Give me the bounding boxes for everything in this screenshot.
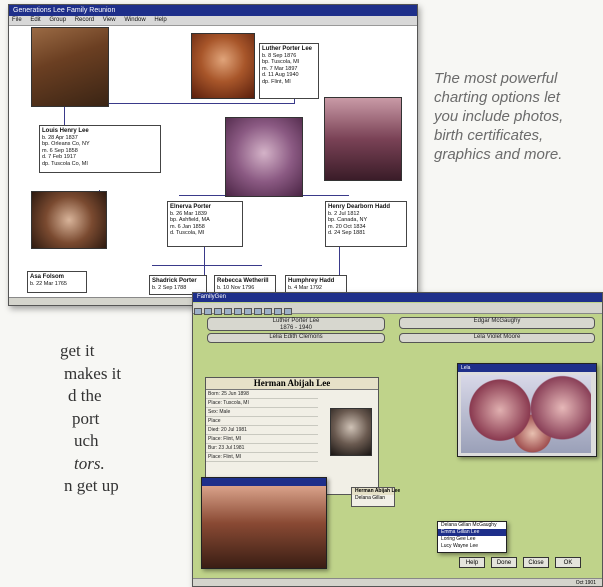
dropdown-item[interactable]: Loring Gee Lee xyxy=(438,536,506,543)
parent-bar-luther[interactable]: Luther Porter Lee 1876 - 1940 xyxy=(207,317,385,331)
toolbar-button[interactable] xyxy=(284,308,292,315)
toolbar-button[interactable] xyxy=(274,308,282,315)
record-luther-porter-lee[interactable]: Luther Porter Lee b. 8 Sep 1876 bp. Tusc… xyxy=(259,43,319,99)
menu-edit[interactable]: Edit xyxy=(30,17,40,23)
toolbar-button[interactable] xyxy=(224,308,232,315)
caption-line: graphics and more. xyxy=(434,146,563,163)
record-window-title: FamilyGen xyxy=(193,293,602,302)
feature-caption: The most powerful charting options let y… xyxy=(434,69,603,164)
caption-line: you include photos, xyxy=(434,108,564,125)
record-henry-dearborn-hadd[interactable]: Henry Dearborn Hadd b. 2 Jul 1812 bp. Ca… xyxy=(325,201,407,247)
photo-bearded-man xyxy=(31,191,107,249)
child-list-item[interactable]: Delana Gillan xyxy=(352,495,394,502)
record-asa-folsom[interactable]: Asa Folsom b. 22 Mar 1765 xyxy=(27,271,87,293)
photo-mother-children xyxy=(461,375,591,453)
pedigree-menu-bar: File Edit Group Record View Window Help xyxy=(9,16,417,26)
dropdown-item[interactable]: Lucy Wayne Lee xyxy=(438,543,506,550)
body-line: makes it xyxy=(64,363,122,383)
menu-file[interactable]: File xyxy=(12,17,22,23)
photo-woman-portrait xyxy=(225,117,303,197)
field-burial-place[interactable]: Place: Flint, MI xyxy=(206,453,318,462)
field-birth-place[interactable]: Place: Tuscola, MI xyxy=(206,399,318,408)
menu-help[interactable]: Help xyxy=(154,17,166,23)
caption-line: birth certificates, xyxy=(434,127,544,144)
photo-couple-portrait xyxy=(31,27,109,107)
photo-family-group xyxy=(324,97,402,181)
article-body-text: get it makes it d the port uch tors. n g… xyxy=(0,340,200,498)
dropdown-item[interactable]: Emma Gillan Lee xyxy=(438,529,506,536)
record-status-bar: Oct 1901 xyxy=(193,578,602,586)
parent-bar-lelia[interactable]: Lelia Edith Clemons xyxy=(207,333,385,343)
record-toolbar xyxy=(193,303,602,315)
menu-group[interactable]: Group xyxy=(49,17,66,23)
field-buried[interactable]: Bur: 23 Jul 1981 xyxy=(206,444,318,453)
toolbar-button[interactable] xyxy=(244,308,252,315)
spouse-photo-titlebar: Lela xyxy=(458,364,596,372)
close-button[interactable]: Close xyxy=(523,557,549,568)
spouse-dropdown-list[interactable]: Delana Gillan McGaughy Emma Gillan Lee L… xyxy=(437,521,507,553)
connector-line xyxy=(339,245,340,275)
help-button[interactable]: Help xyxy=(459,557,485,568)
photo-luther-portrait xyxy=(191,33,255,99)
pedigree-window-title: Generations Lee Family Reunion xyxy=(9,5,417,16)
photo-herman-portrait xyxy=(330,408,372,456)
photo-family-group-sepia xyxy=(202,486,326,568)
field-sex[interactable]: Sex: Male xyxy=(206,408,318,417)
done-button[interactable]: Done xyxy=(491,557,517,568)
group-photo-window xyxy=(201,477,327,569)
field-place[interactable]: Place xyxy=(206,417,318,426)
menu-view[interactable]: View xyxy=(103,17,116,23)
toolbar-button[interactable] xyxy=(204,308,212,315)
parent-bar-edgar[interactable]: Edgar McGaughy xyxy=(399,317,595,329)
body-line: tors. xyxy=(74,453,105,473)
spouse-photo-window: Lela xyxy=(457,363,597,457)
dropdown-item[interactable]: Delana Gillan McGaughy xyxy=(438,522,506,529)
field-died[interactable]: Died: 20 Jul 1981 xyxy=(206,426,318,435)
group-photo-titlebar xyxy=(202,478,326,486)
status-text: Oct 1901 xyxy=(575,580,596,586)
caption-line: The most powerful xyxy=(434,70,558,87)
toolbar-button[interactable] xyxy=(234,308,242,315)
body-line: n get up xyxy=(64,476,119,495)
parent-bar-lela[interactable]: Lela Violet Moore xyxy=(399,333,595,343)
body-line: uch xyxy=(74,431,99,450)
field-death-place[interactable]: Place: Flint, MI xyxy=(206,435,318,444)
caption-line: charting options let xyxy=(434,89,560,106)
toolbar-button[interactable] xyxy=(254,308,262,315)
menu-record[interactable]: Record xyxy=(75,17,94,23)
connector-line xyxy=(152,265,262,266)
record-window: FamilyGen Luther Porter Lee 1876 - 1940 L… xyxy=(192,292,603,587)
record-name-heading: Herman Abijah Lee xyxy=(206,378,378,390)
ok-button[interactable]: OK xyxy=(555,557,581,568)
body-line: port xyxy=(72,408,100,428)
field-born[interactable]: Born: 25 Jun 1898 xyxy=(206,390,318,399)
pedigree-window: Generations Lee Family Reunion File Edit… xyxy=(8,4,418,306)
toolbar-button[interactable] xyxy=(214,308,222,315)
menu-window[interactable]: Window xyxy=(124,17,145,23)
children-list: Herman Abijah Lee Delana Gillan xyxy=(351,487,400,507)
toolbar-button[interactable] xyxy=(264,308,272,315)
toolbar-button[interactable] xyxy=(194,308,202,315)
record-elnerva-porter[interactable]: Elnerva Porter b. 26 Mar 1839 bp. Ashfie… xyxy=(167,201,243,247)
record-louis-henry-lee[interactable]: Louis Henry Lee b. 28 Apr 1837 bp. Orlea… xyxy=(39,125,161,173)
body-line: d the xyxy=(68,386,102,405)
child-list-item[interactable]: Herman Abijah Lee xyxy=(352,488,400,495)
body-line: get it xyxy=(60,341,95,360)
